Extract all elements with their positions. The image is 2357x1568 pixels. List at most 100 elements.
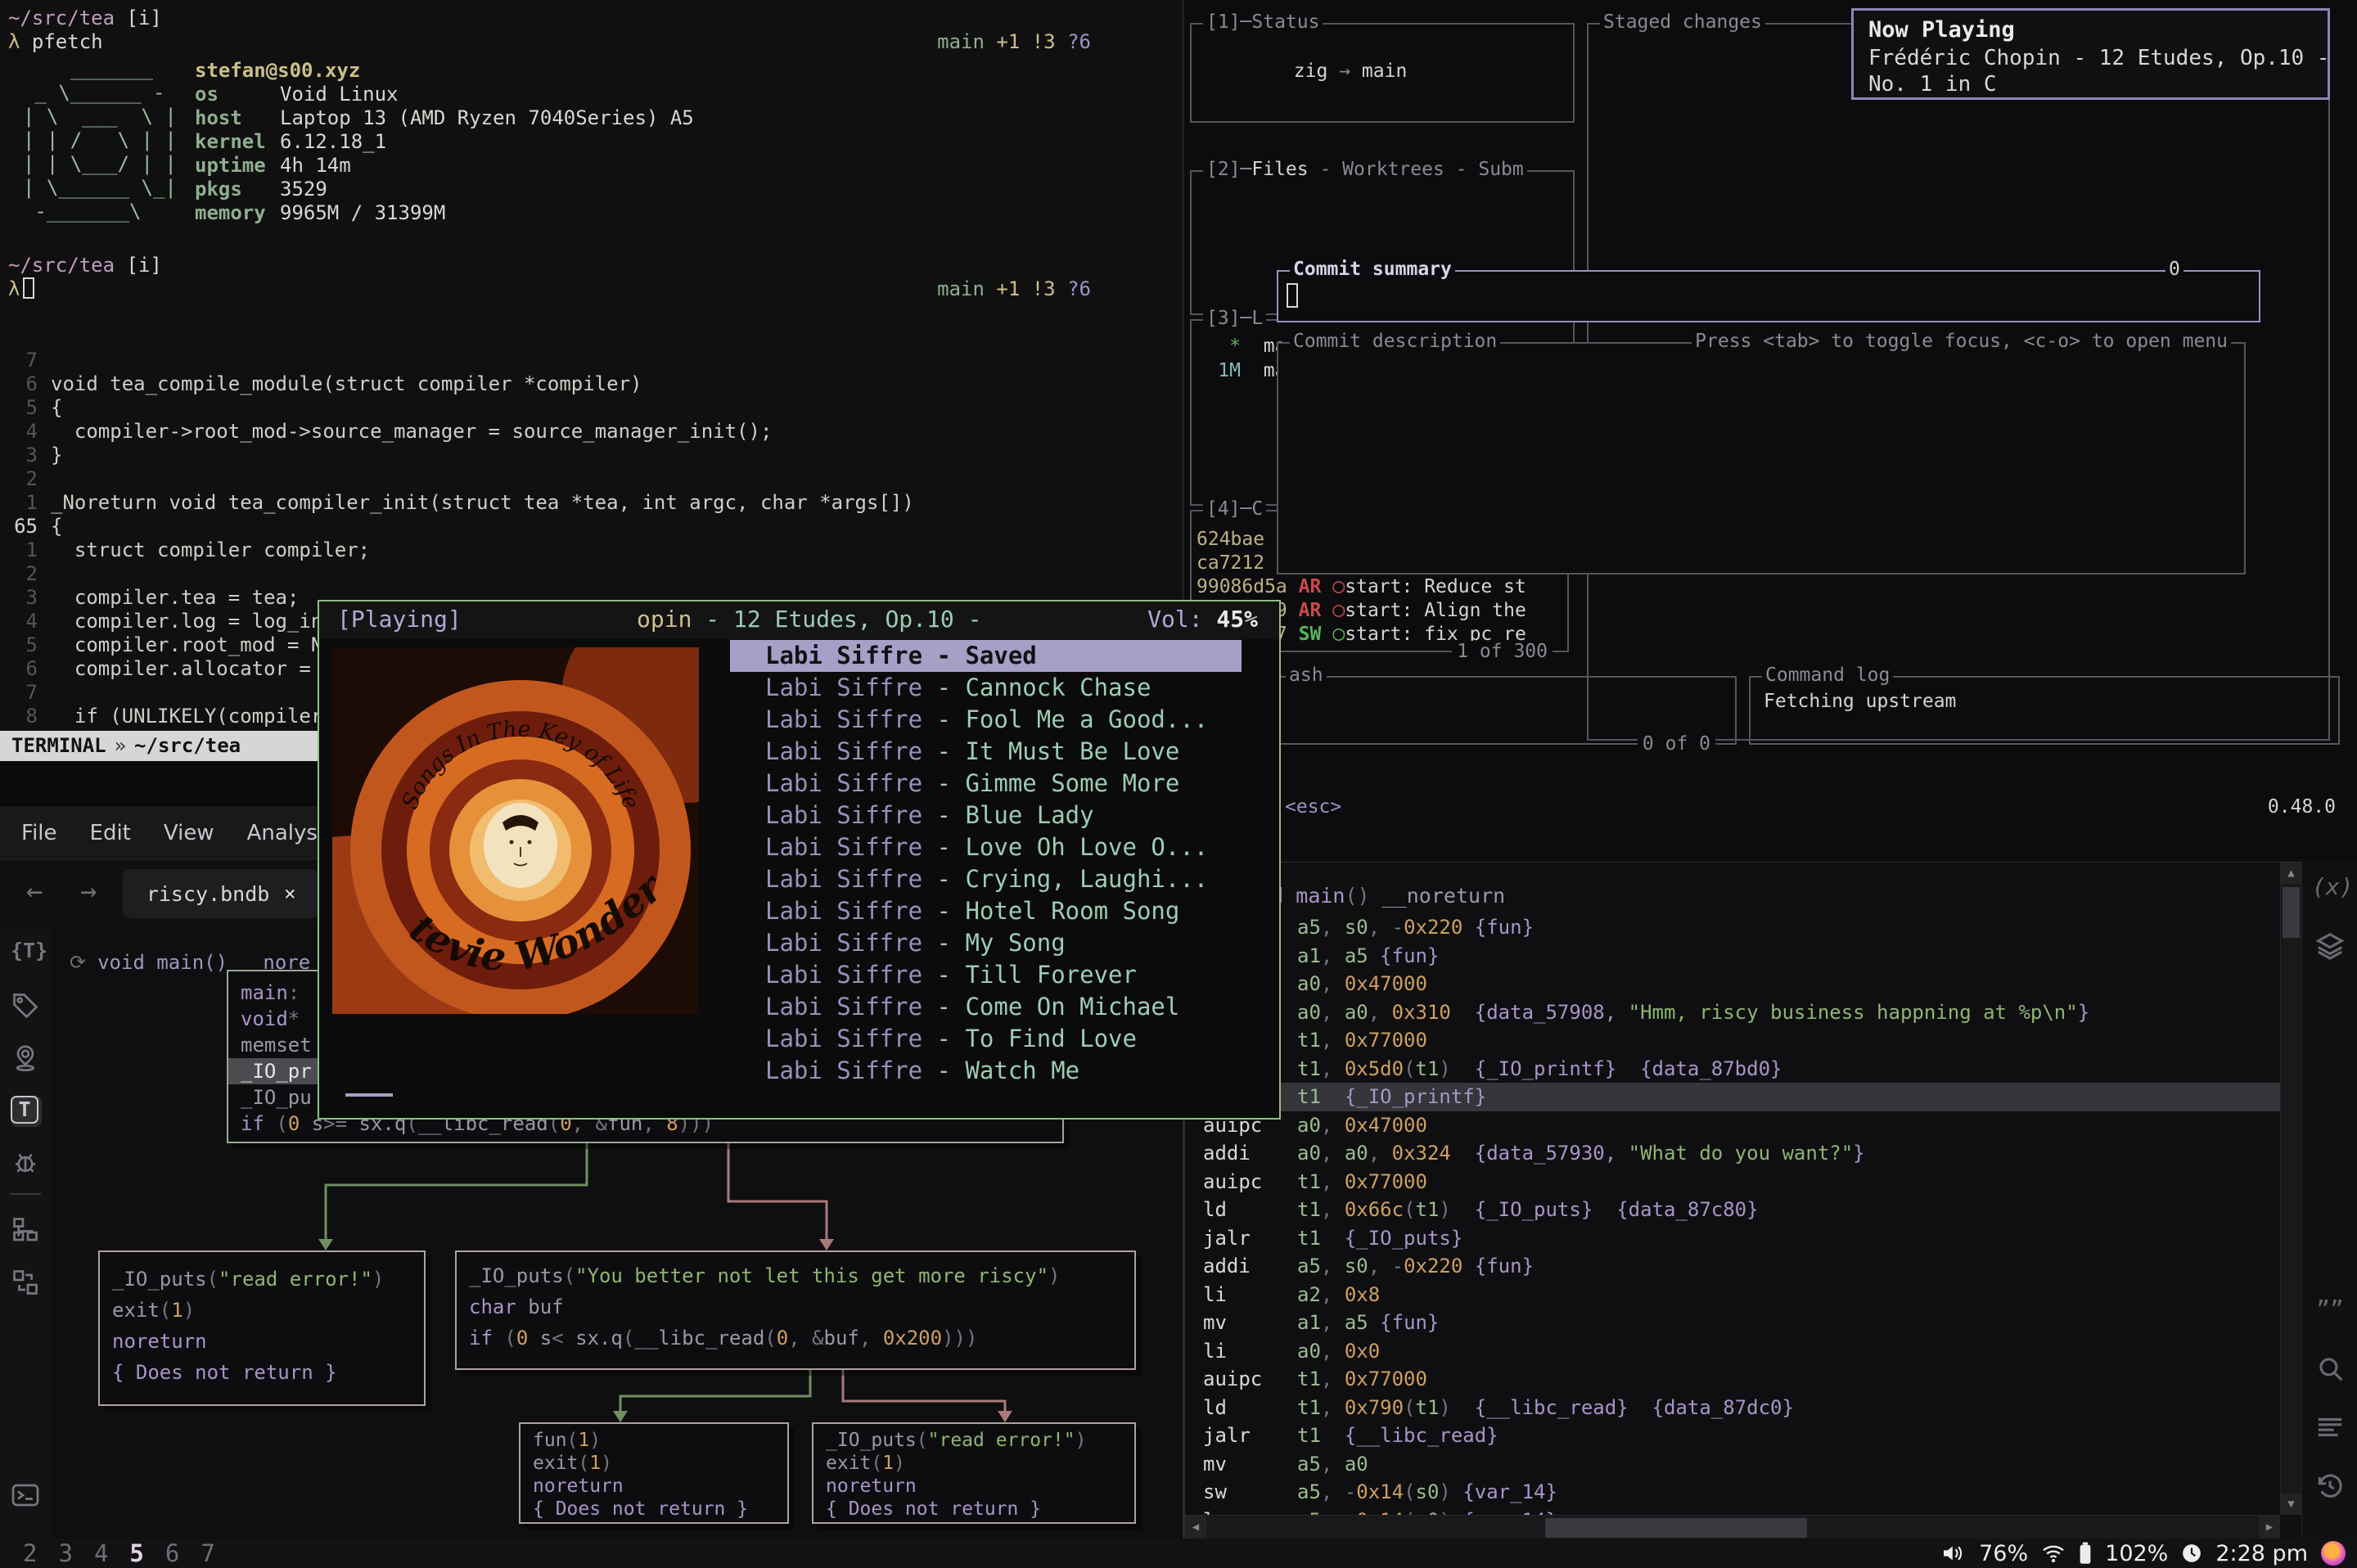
- music-player-window[interactable]: [Playing] opin - 12 Etudes, Op.10 - Vol:…: [318, 600, 1281, 1120]
- command-log-panel[interactable]: Command log Fetching upstream: [1749, 676, 2340, 745]
- distro-tray-icon[interactable]: [2321, 1541, 2346, 1566]
- workspace-number[interactable]: 5: [129, 1539, 143, 1567]
- strings-icon[interactable]: ””: [2312, 1295, 2348, 1328]
- log-lines-icon[interactable]: [2312, 1412, 2348, 1444]
- menu-item[interactable]: File: [21, 821, 57, 845]
- vertical-scroll-thumb[interactable]: [2283, 887, 2300, 938]
- desktop: ~/src/tea [i] λ pfetch main +1 !3 ?6 ___…: [0, 0, 2357, 1568]
- branch-row[interactable]: 1M ma: [1203, 360, 1286, 385]
- scroll-up-icon[interactable]: ▲: [2281, 863, 2301, 884]
- layers-icon[interactable]: [2312, 930, 2348, 963]
- summary-cursor: [1287, 283, 1298, 308]
- horizontal-scrollbar[interactable]: ◀ ▶: [1185, 1515, 2280, 1539]
- wifi-icon[interactable]: [2041, 1543, 2066, 1563]
- playlist-item[interactable]: Labi Siffre - It Must Be Love: [730, 736, 1242, 768]
- disasm-row[interactable]: lia2, 0x8: [1185, 1281, 2280, 1309]
- gitui-version: 0.48.0: [2268, 796, 2336, 818]
- gitui-window: [1]─Status zig → main [2]─Files - Worktr…: [1183, 0, 2357, 859]
- disasm-row[interactable]: ldt1, 0x790(t1) {__libc_read} {data_87dc…: [1185, 1394, 2280, 1422]
- playlist-item[interactable]: Labi Siffre - Fool Me a Good...: [730, 704, 1242, 736]
- scroll-down-icon[interactable]: ▼: [2281, 1494, 2301, 1515]
- seek-indicator[interactable]: [345, 1093, 393, 1097]
- player-state: [Playing]: [337, 602, 462, 638]
- disasm-row[interactable]: t1 {_IO_printf}: [1185, 1083, 2280, 1111]
- tab-close-icon[interactable]: ✕: [284, 883, 295, 904]
- graph-block-riscy[interactable]: _IO_puts("You better not let this get mo…: [455, 1250, 1136, 1370]
- menu-item[interactable]: Edit: [90, 821, 131, 845]
- workspace-number[interactable]: 3: [58, 1539, 72, 1567]
- workspace-switcher: 234567: [23, 1539, 215, 1568]
- disasm-row[interactable]: t1, 0x77000: [1185, 1026, 2280, 1055]
- git-status-segment-2: main +1 !3 ?6: [937, 277, 1091, 301]
- now-playing-notification[interactable]: Now Playing Frédéric Chopin - 12 Etudes,…: [1851, 8, 2330, 100]
- disasm-row[interactable]: addia0, a0, 0x324 {data_57930, "What do …: [1185, 1139, 2280, 1168]
- workspace-number[interactable]: 6: [165, 1539, 179, 1567]
- playlist-item[interactable]: Labi Siffre - Crying, Laughi...: [730, 863, 1242, 895]
- menu-item[interactable]: View: [164, 821, 214, 845]
- horizontal-scroll-thumb[interactable]: [1545, 1518, 1807, 1538]
- status-panel[interactable]: [1]─Status zig → main: [1190, 23, 1575, 123]
- fetch-identity: stefan@s00.xyz: [195, 59, 360, 83]
- playlist-item[interactable]: Labi Siffre - Love Oh Love O...: [730, 831, 1242, 863]
- playlist-item[interactable]: Labi Siffre - Saved: [730, 640, 1242, 672]
- graph-block-read-error-left[interactable]: _IO_puts("read error!")exit(1)noreturn{ …: [98, 1250, 426, 1406]
- pfetch-output: _______ _ \______ - | \ ___ \ | | | / \ …: [0, 59, 1183, 247]
- disasm-row[interactable]: auipct1, 0x77000: [1185, 1168, 2280, 1196]
- history-icon[interactable]: [2312, 1471, 2348, 1503]
- variables-icon[interactable]: (x): [2312, 873, 2348, 906]
- disasm-row[interactable]: swa5, -0x14(s0) {var_14}: [1185, 1478, 2280, 1507]
- disasm-row[interactable]: jalrt1 {_IO_puts}: [1185, 1224, 2280, 1253]
- playlist-item[interactable]: Labi Siffre - My Song: [730, 927, 1242, 959]
- commit-summary-popup[interactable]: Commit summary 0: [1277, 270, 2260, 322]
- clock-icon[interactable]: [2181, 1543, 2202, 1564]
- disasm-row[interactable]: a5, s0, -0x220 {fun}: [1185, 913, 2280, 942]
- commit-description-popup[interactable]: Commit description Press <tab> to toggle…: [1277, 342, 2246, 574]
- branch-list: * ma1M ma: [1203, 336, 1286, 385]
- disassembly-view[interactable]: void main() __noreturn a5, s0, -0x220 {f…: [1185, 862, 2301, 1539]
- disasm-row[interactable]: auipct1, 0x77000: [1185, 1365, 2280, 1394]
- battery-icon[interactable]: [2079, 1542, 2092, 1565]
- disasm-row[interactable]: auipca0, 0x47000: [1185, 1111, 2280, 1140]
- disasm-row[interactable]: mva1, a5 {fun}: [1185, 1309, 2280, 1337]
- commit-row[interactable]: 99086d5a AR ○start: Reduce st: [1197, 574, 1526, 597]
- branch-row[interactable]: * ma: [1203, 336, 1286, 360]
- void-linux-ascii-logo: _______ _ \______ - | \ ___ \ | | | / \ …: [23, 57, 177, 223]
- disasm-row[interactable]: mva5, a0: [1185, 1450, 2280, 1479]
- playlist-item[interactable]: Labi Siffre - Blue Lady: [730, 800, 1242, 831]
- playlist-item[interactable]: Labi Siffre - Gimme Some More: [730, 768, 1242, 800]
- disasm-row[interactable]: jalrt1 {__libc_read}: [1185, 1422, 2280, 1450]
- disasm-row[interactable]: addia5, s0, -0x220 {fun}: [1185, 1252, 2280, 1281]
- prompt-block-2: ~/src/tea [i] λ: [8, 254, 162, 301]
- disasm-row[interactable]: lia0, 0x0: [1185, 1337, 2280, 1366]
- prompt-path: ~/src/tea: [8, 7, 115, 29]
- volume-icon[interactable]: [1941, 1543, 1966, 1563]
- tab-riscy-bndb[interactable]: riscy.bndb ✕: [123, 869, 319, 918]
- editor-line: 5{: [0, 396, 1183, 420]
- vertical-scrollbar[interactable]: ▲ ▼: [2280, 863, 2301, 1515]
- disasm-row[interactable]: a0, a0, 0x310 {data_57908, "Hmm, riscy b…: [1185, 998, 2280, 1027]
- playlist-item[interactable]: Labi Siffre - Come On Michael: [730, 991, 1242, 1023]
- playlist-item[interactable]: Labi Siffre - Hotel Room Song: [730, 895, 1242, 927]
- disasm-row[interactable]: a1, a5 {fun}: [1185, 942, 2280, 971]
- workspace-number[interactable]: 4: [94, 1539, 108, 1567]
- playlist-item[interactable]: Labi Siffre - Till Forever: [730, 959, 1242, 991]
- scroll-right-icon[interactable]: ▶: [2259, 1516, 2280, 1539]
- editor-line: 6void tea_compile_module(struct compiler…: [0, 372, 1183, 396]
- playlist-item[interactable]: Labi Siffre - Watch Me: [730, 1055, 1242, 1087]
- disasm-row[interactable]: t1, 0x5d0(t1) {_IO_printf} {data_87bd0}: [1185, 1055, 2280, 1084]
- refresh-icon[interactable]: ⟳: [70, 951, 86, 974]
- disasm-row[interactable]: a0, 0x47000: [1185, 970, 2280, 998]
- scroll-left-icon[interactable]: ◀: [1185, 1516, 1206, 1539]
- branch-status: zig → main: [1203, 39, 1407, 103]
- workspace-number[interactable]: 2: [23, 1539, 37, 1567]
- workspace-number[interactable]: 7: [201, 1539, 214, 1567]
- playlist-item[interactable]: Labi Siffre - Cannock Chase: [730, 672, 1242, 704]
- graph-block-read-error-right[interactable]: _IO_puts("read error!")exit(1)noreturn{ …: [812, 1422, 1136, 1524]
- forward-arrow-icon[interactable]: →: [80, 875, 97, 908]
- disasm-row[interactable]: ldt1, 0x66c(t1) {_IO_puts} {data_87c80}: [1185, 1196, 2280, 1224]
- playlist-item[interactable]: Labi Siffre - To Find Love: [730, 1023, 1242, 1055]
- terminal-cursor[interactable]: [23, 277, 34, 299]
- graph-block-fun[interactable]: fun(1)exit(1)noreturn{ Does not return }: [519, 1422, 789, 1524]
- search-icon[interactable]: [2312, 1353, 2348, 1386]
- back-arrow-icon[interactable]: ←: [26, 875, 43, 908]
